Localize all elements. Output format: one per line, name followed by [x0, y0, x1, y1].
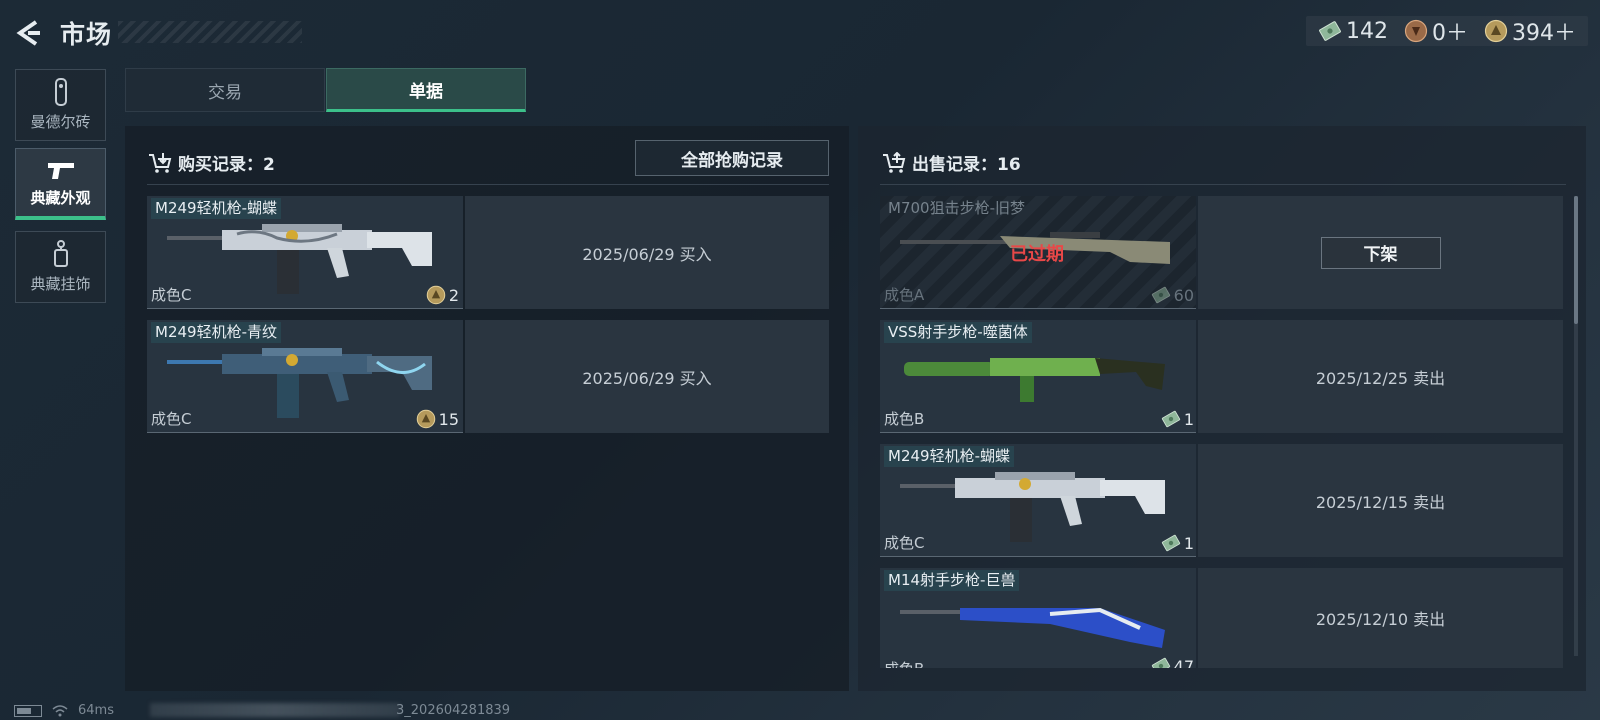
item-name: M249轻机枪-蝴蝶	[151, 198, 281, 219]
item-name: M249轻机枪-青纹	[151, 322, 281, 343]
record-status: 2025/06/29 买入	[465, 320, 829, 433]
purchase-title: 购买记录：2	[178, 155, 275, 175]
currency-gold[interactable]: 394＋	[1484, 15, 1576, 47]
banknote-icon	[1161, 409, 1181, 429]
page-title: 市场	[60, 20, 113, 49]
build-info-redacted	[150, 703, 400, 717]
wifi-icon	[52, 704, 68, 716]
cart-download-icon	[149, 152, 172, 173]
price-value: 1	[1183, 533, 1194, 553]
sidebar-item-collection-charm[interactable]: 典藏挂饰	[15, 231, 106, 303]
record-status: 2025/12/15 卖出	[1198, 444, 1563, 557]
item-price: 2	[426, 285, 459, 305]
item-name: M249轻机枪-蝴蝶	[884, 446, 1014, 467]
purchase-header: 购买记录：2	[148, 150, 275, 175]
sidebar-item-collection-skin[interactable]: 典藏外观	[15, 148, 106, 220]
banknote-icon	[1318, 19, 1342, 43]
m249-cyan-pattern-gun-icon	[167, 348, 432, 418]
record-status: 2025/12/10 卖出	[1198, 568, 1563, 668]
item-grade: 成色B	[884, 410, 925, 428]
purchase-record-row[interactable]: M249轻机枪-蝴蝶 成色C 2 2025/06/29 买入	[147, 196, 829, 309]
build-id: 3_202604281839	[396, 703, 511, 718]
item-grade: 成色C	[151, 410, 192, 428]
price-value: 15	[438, 409, 459, 429]
price-value: 60	[1173, 285, 1194, 305]
currency-banknote[interactable]: 142	[1318, 19, 1388, 44]
all-rush-records-button[interactable]: 全部抢购记录	[635, 140, 829, 176]
top-bar: 市场 142 0＋ 394＋	[0, 0, 1600, 60]
m249-butterfly-gun-icon	[900, 472, 1165, 542]
item-grade: 成色B	[884, 658, 924, 668]
currency-value: 0＋	[1432, 21, 1468, 46]
item-price: 47	[1151, 656, 1194, 668]
currency-bronze[interactable]: 0＋	[1404, 15, 1468, 47]
battery-icon	[14, 704, 42, 717]
ping-text: 64ms	[78, 703, 114, 718]
banknote-icon	[1161, 533, 1181, 553]
sales-record-row[interactable]: M14射手步枪-巨兽 成色B 47 2025/12/10 卖出	[880, 568, 1563, 668]
purchase-record-row[interactable]: M249轻机枪-青纹 成色C 15 2025/06/29 买入	[147, 320, 829, 433]
sales-record-row[interactable]: VSS射手步枪-噬菌体 成色B 1 2025/12/25 卖出	[880, 320, 1563, 433]
banknote-icon	[1151, 285, 1171, 305]
item-name: VSS射手步枪-噬菌体	[884, 322, 1032, 343]
item-grade: 成色C	[151, 286, 192, 304]
item-price: 15	[416, 409, 459, 429]
pistol-icon	[47, 163, 74, 179]
divider	[147, 184, 829, 185]
item-price: 1	[1161, 533, 1194, 553]
m14-behemoth-gun-icon	[900, 607, 1165, 648]
bronze-coin-icon	[1404, 19, 1428, 43]
divider	[880, 184, 1566, 185]
back-icon[interactable]	[14, 18, 44, 48]
sidebar-item-label: 曼德尔砖	[30, 113, 91, 131]
mandel-brick-icon	[54, 78, 67, 106]
sidebar-item-label: 典藏外观	[30, 189, 91, 207]
record-status: 2025/12/25 卖出	[1198, 320, 1563, 433]
sales-title: 出售记录：16	[912, 155, 1021, 175]
gold-coin-icon	[426, 285, 446, 305]
vss-phage-gun-icon	[904, 358, 1165, 402]
scrollbar-thumb[interactable]	[1574, 196, 1578, 324]
status-bar: 64ms	[14, 703, 114, 718]
sidebar-item-mandel-brick[interactable]: 曼德尔砖	[15, 69, 106, 141]
sales-record-row[interactable]: M249轻机枪-蝴蝶 成色C 1 2025/12/15 卖出	[880, 444, 1563, 557]
item-name: M14射手步枪-巨兽	[884, 570, 1020, 591]
item-grade: 成色A	[884, 286, 925, 304]
currency-value: 394＋	[1512, 21, 1576, 46]
sales-record-row[interactable]: 已过期 M700狙击步枪-旧梦 成色A 60 下架	[880, 196, 1563, 309]
banknote-icon	[1151, 656, 1171, 668]
charm-tag-icon	[53, 240, 68, 267]
gold-coin-icon	[1484, 19, 1508, 43]
record-action-area: 下架	[1198, 196, 1563, 309]
expired-label: 已过期	[1010, 244, 1064, 265]
gold-coin-icon	[416, 409, 436, 429]
item-price: 1	[1161, 409, 1194, 429]
cart-upload-icon	[883, 151, 906, 173]
item-name: M700狙击步枪-旧梦	[888, 199, 1025, 217]
m249-butterfly-gun-icon	[167, 224, 432, 294]
sales-header: 出售记录：16	[882, 150, 1021, 175]
item-price: 60	[1151, 285, 1194, 305]
item-grade: 成色C	[884, 534, 925, 552]
currency-bar: 142 0＋ 394＋	[1306, 16, 1588, 46]
tab-orders[interactable]: 单据	[326, 68, 526, 112]
currency-value: 142	[1346, 18, 1388, 44]
sidebar-item-label: 典藏挂饰	[30, 275, 91, 293]
price-value: 47	[1173, 656, 1194, 669]
price-value: 2	[448, 285, 459, 305]
delist-button[interactable]: 下架	[1320, 236, 1441, 269]
title-decoration	[118, 21, 302, 43]
record-status: 2025/06/29 买入	[465, 196, 829, 309]
tab-trade[interactable]: 交易	[125, 68, 325, 112]
price-value: 1	[1183, 409, 1194, 429]
